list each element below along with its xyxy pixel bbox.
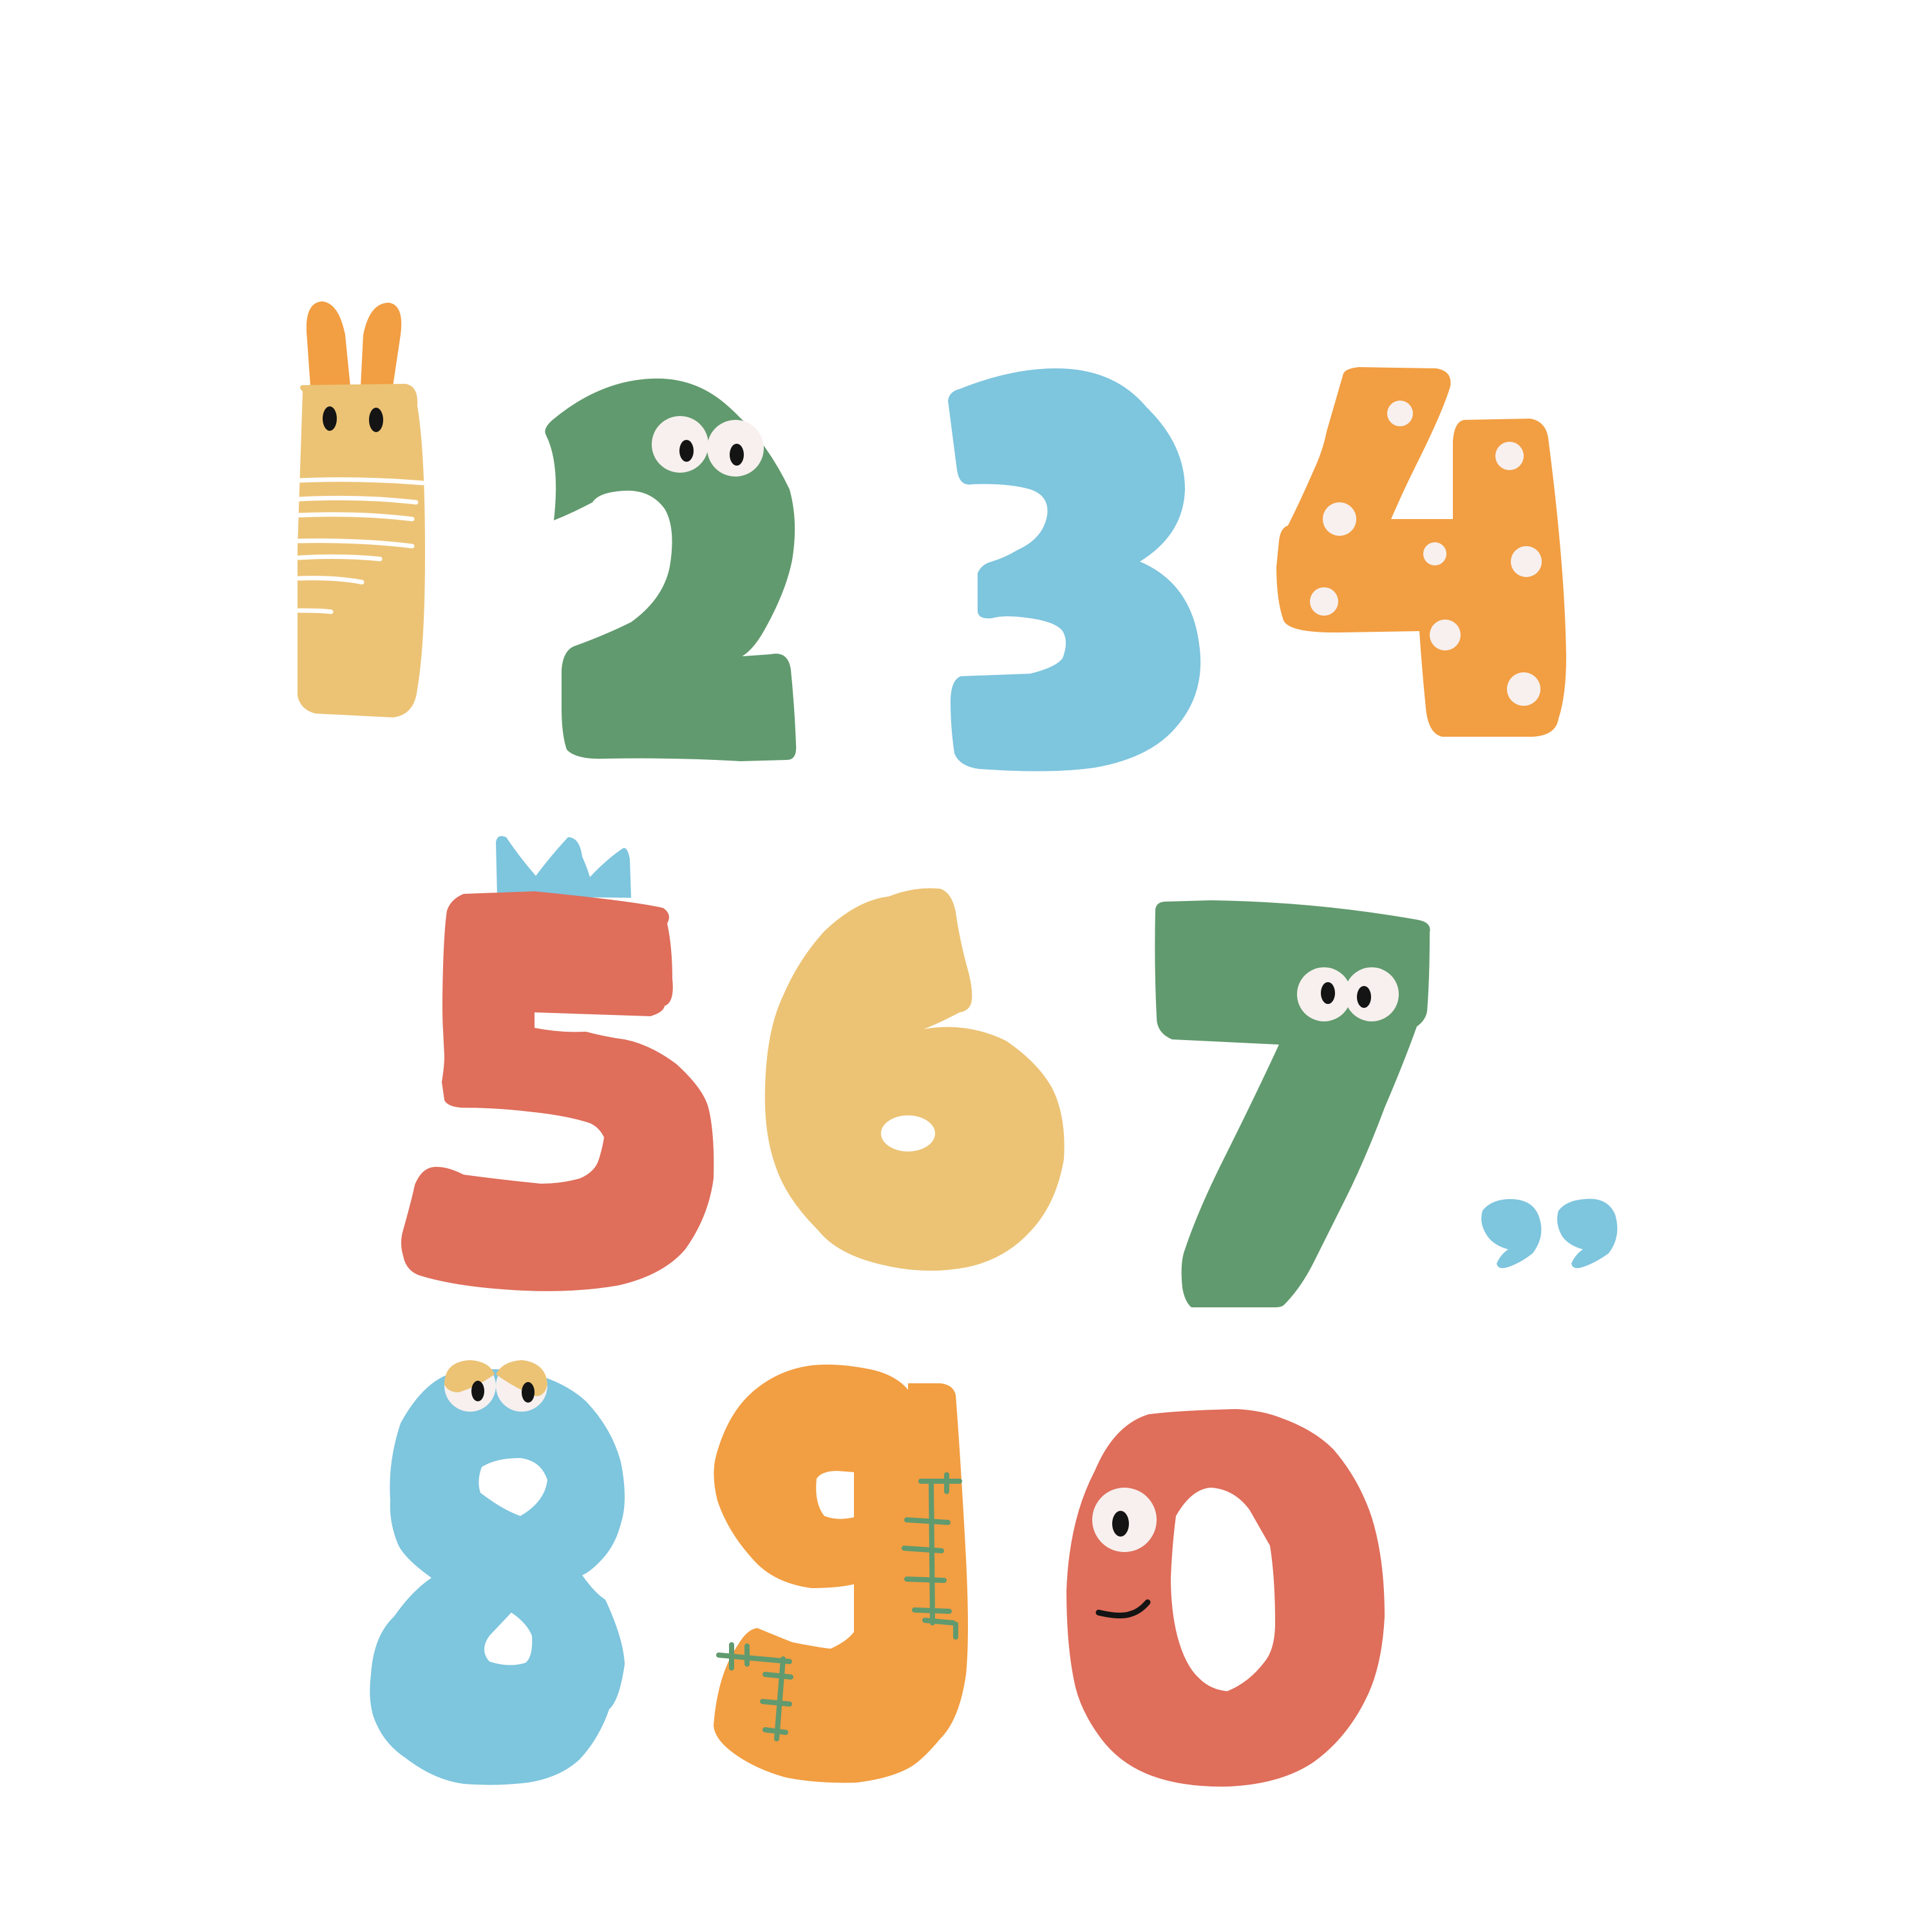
nine-hole [816,1471,854,1519]
number-five-crowned [401,836,714,1291]
digit-seven-body [1155,900,1430,1307]
digit-three-body [948,368,1201,772]
pupil-right [1357,986,1371,1008]
comma-left [1481,1198,1542,1269]
number-nine-stitched [714,1364,968,1783]
pupil-left [679,440,694,462]
comma-right [1557,1198,1618,1269]
number-four-spotted [1276,367,1566,737]
number-seven-monster [1155,900,1430,1307]
rabbit-ear-left [306,301,350,386]
comma-pair [1481,1198,1618,1269]
pupil-right [522,1382,535,1403]
digit-six-body [764,888,1065,1271]
number-two-monster [545,378,797,761]
digit-one-body [298,384,425,717]
pupil-left [1321,982,1335,1004]
cartoon-numbers-illustration [296,301,1618,1787]
number-six [764,888,1065,1271]
digit-five-body [401,891,714,1291]
eye-white-right [1345,967,1399,1021]
rabbit-eye-left [323,406,337,431]
crown [496,836,631,898]
illustration-canvas [0,0,1932,1932]
rabbit-eye-right [369,408,383,432]
rabbit-ear-right [361,303,402,386]
number-eight-sleepy [370,1360,625,1785]
six-loop-hole [881,1115,935,1151]
pupil-right [730,444,744,466]
digit-eight-body [370,1369,625,1785]
number-three [948,368,1201,772]
number-one-rabbit [296,301,425,717]
eye-white-left [652,416,708,473]
number-zero-face [1066,1409,1385,1787]
pupil-left [471,1381,484,1401]
pupil [1112,1511,1129,1537]
